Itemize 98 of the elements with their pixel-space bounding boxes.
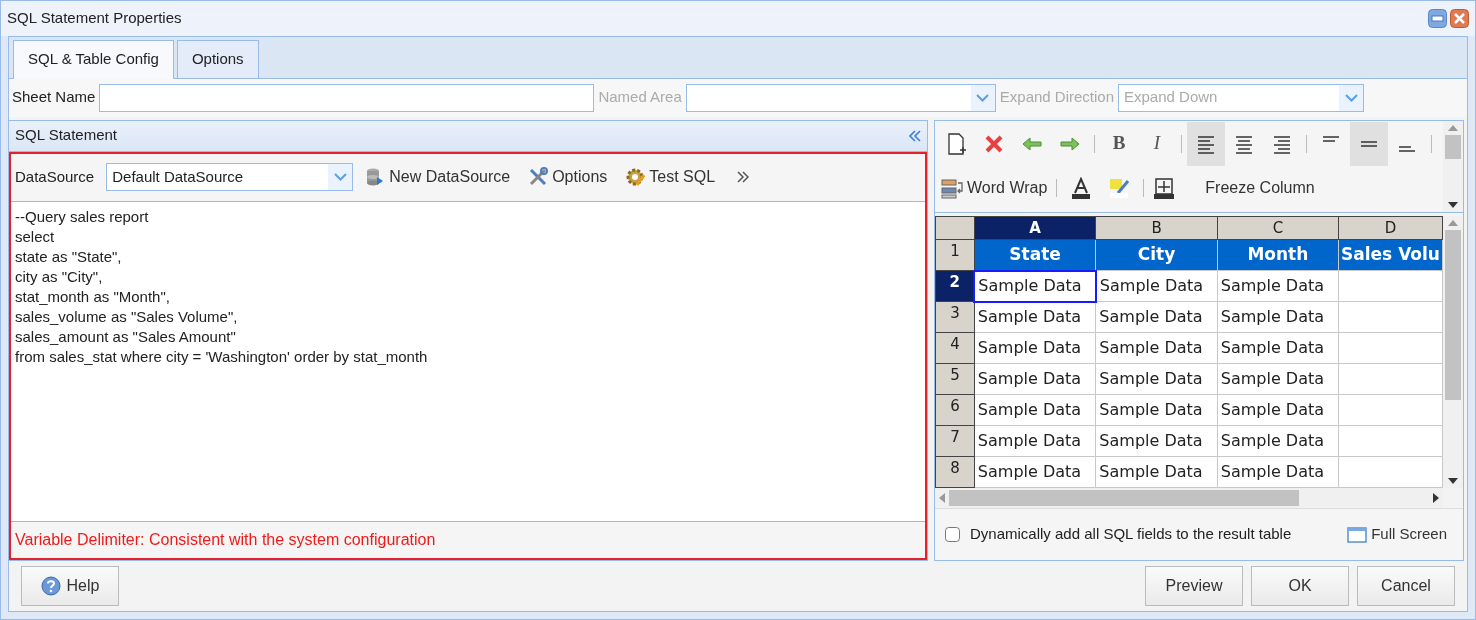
align-bottom-icon [1399, 145, 1415, 152]
toolbar-button[interactable]: I [1138, 121, 1176, 166]
table-cell[interactable]: Sample Data [1217, 363, 1339, 395]
column-header[interactable]: A [974, 216, 1096, 240]
table-cell[interactable]: Sample Data [1095, 301, 1218, 333]
row-header[interactable]: 4 [935, 332, 975, 364]
checkbox-label: Dynamically add all SQL fields to the result table [970, 524, 1292, 545]
column-header[interactable]: D [1338, 216, 1443, 240]
close-icon [1450, 9, 1469, 28]
dialog-button[interactable]: OK [1251, 566, 1349, 606]
gear-icon [625, 167, 646, 187]
sql-editor[interactable]: --Query sales report select state as "State", city as "City", stat_month as "Month", sales_volume as "Sales Volume", sales_amount as "Sales Amount" from sales_stat where city = 'Washington' order by stat_month [11, 201, 925, 522]
scrollbar-thumb[interactable] [1445, 229, 1461, 400]
table-cell[interactable]: Sample Data [1217, 270, 1339, 302]
row-header[interactable]: 3 [935, 301, 975, 333]
table-cell[interactable]: Sample Data [1217, 456, 1339, 488]
field-label: Named Area [598, 87, 682, 108]
checkbox[interactable] [945, 527, 960, 542]
table-cell[interactable]: Sample Data [1095, 332, 1218, 364]
full-screen-button[interactable]: Full Screen [1341, 521, 1453, 548]
toolbar-button[interactable]: Test SQL [619, 163, 722, 191]
scroll-right-icon [1433, 493, 1439, 503]
scroll-up-icon [1448, 219, 1458, 226]
table-cell[interactable]: Sample Data [974, 456, 1096, 488]
window-icon [1347, 526, 1368, 543]
chevron-down-icon [1344, 93, 1358, 102]
table-cell[interactable]: Sample Data [1095, 270, 1218, 302]
column-header[interactable]: B [1095, 216, 1218, 240]
table-cell[interactable]: Sample Data [1217, 394, 1339, 426]
table-cell[interactable]: Sample Data [1095, 394, 1218, 426]
panel-title: SQL Statement [15, 125, 118, 146]
table-cell[interactable]: Sample Data [974, 363, 1096, 395]
chevron-down-icon [333, 173, 347, 181]
table-cell[interactable]: Sample Data [1095, 456, 1218, 488]
header-cell[interactable]: Sales Volu [1338, 239, 1443, 271]
help-button[interactable]: Help [21, 566, 119, 606]
word-wrap-icon [941, 176, 963, 199]
table-cell[interactable]: Sample Data [1217, 332, 1339, 364]
dropdown[interactable]: Default DataSource [106, 163, 354, 191]
row-header[interactable]: 7 [935, 425, 975, 457]
chevron-down-icon [976, 93, 990, 102]
font-color-icon [1070, 176, 1093, 199]
table-cell[interactable]: Sample Data [974, 425, 1096, 457]
row-header[interactable]: 1 [935, 239, 975, 271]
field-label: Sheet Name [12, 87, 96, 108]
align-top-icon [1323, 135, 1339, 142]
collapse-button[interactable] [909, 129, 921, 142]
dialog-button[interactable]: Cancel [1357, 566, 1455, 606]
scroll-down-icon [1448, 477, 1458, 484]
table-cell[interactable]: Sample Data [1217, 425, 1339, 457]
window-title: SQL Statement Properties [7, 8, 183, 29]
restore-button[interactable] [1428, 9, 1447, 28]
header-cell[interactable]: Month [1217, 239, 1339, 271]
highlight-icon [1108, 176, 1131, 199]
vertical-scrollbar[interactable] [1443, 120, 1463, 212]
toolbar-button[interactable]: Word Wrap [937, 165, 1052, 210]
new-page-icon [945, 132, 967, 155]
toolbar-button[interactable]: Freeze Column [1149, 165, 1319, 210]
toolbar-button[interactable] [1187, 121, 1225, 166]
field-label: Expand Direction [999, 87, 1114, 108]
toolbar-button[interactable] [1350, 121, 1388, 166]
dialog-button[interactable]: Preview [1145, 566, 1243, 606]
text-field[interactable] [99, 83, 595, 112]
scrollbar-thumb[interactable] [1445, 134, 1461, 159]
align-middle-icon [1361, 140, 1377, 147]
header-cell[interactable]: State [974, 239, 1096, 271]
note-text: Variable Delimiter: Consistent with the system configuration [14, 530, 437, 550]
tab[interactable]: SQL & Table Config [13, 40, 174, 79]
field-label: DataSource [15, 166, 95, 187]
toolbar-button[interactable]: B [1100, 121, 1138, 166]
help-icon [40, 576, 61, 596]
table-cell[interactable]: Sample Data [974, 301, 1096, 333]
row-header[interactable]: 6 [935, 394, 975, 426]
table-cell[interactable]: Sample Data [974, 270, 1096, 302]
scroll-down-icon [1448, 201, 1458, 208]
tools-icon [528, 167, 549, 187]
double-chevron-right-icon [737, 171, 750, 183]
table-cell[interactable]: Sample Data [1095, 363, 1218, 395]
header-cell[interactable]: City [1095, 239, 1218, 271]
table-icon [1153, 176, 1176, 199]
scrollbar-thumb[interactable] [949, 490, 1299, 506]
double-chevron-left-icon [909, 129, 921, 142]
restore-icon [1428, 9, 1447, 28]
column-header[interactable]: C [1217, 216, 1339, 240]
toolbar-button[interactable]: Options [522, 163, 614, 191]
row-header[interactable]: 5 [935, 363, 975, 395]
tab[interactable]: Options [176, 40, 259, 78]
table-cell[interactable]: Sample Data [974, 394, 1096, 426]
scroll-left-icon [939, 493, 945, 503]
more-button[interactable] [737, 171, 750, 183]
scroll-up-icon [1448, 124, 1458, 131]
table-cell[interactable]: Sample Data [974, 332, 1096, 364]
toolbar-button[interactable]: New DataSource [359, 163, 517, 191]
row-header[interactable]: 8 [935, 456, 975, 488]
dropdown[interactable] [685, 83, 996, 112]
table-cell[interactable]: Sample Data [1095, 425, 1218, 457]
close-button[interactable] [1450, 9, 1469, 28]
table-cell[interactable]: Sample Data [1217, 301, 1339, 333]
